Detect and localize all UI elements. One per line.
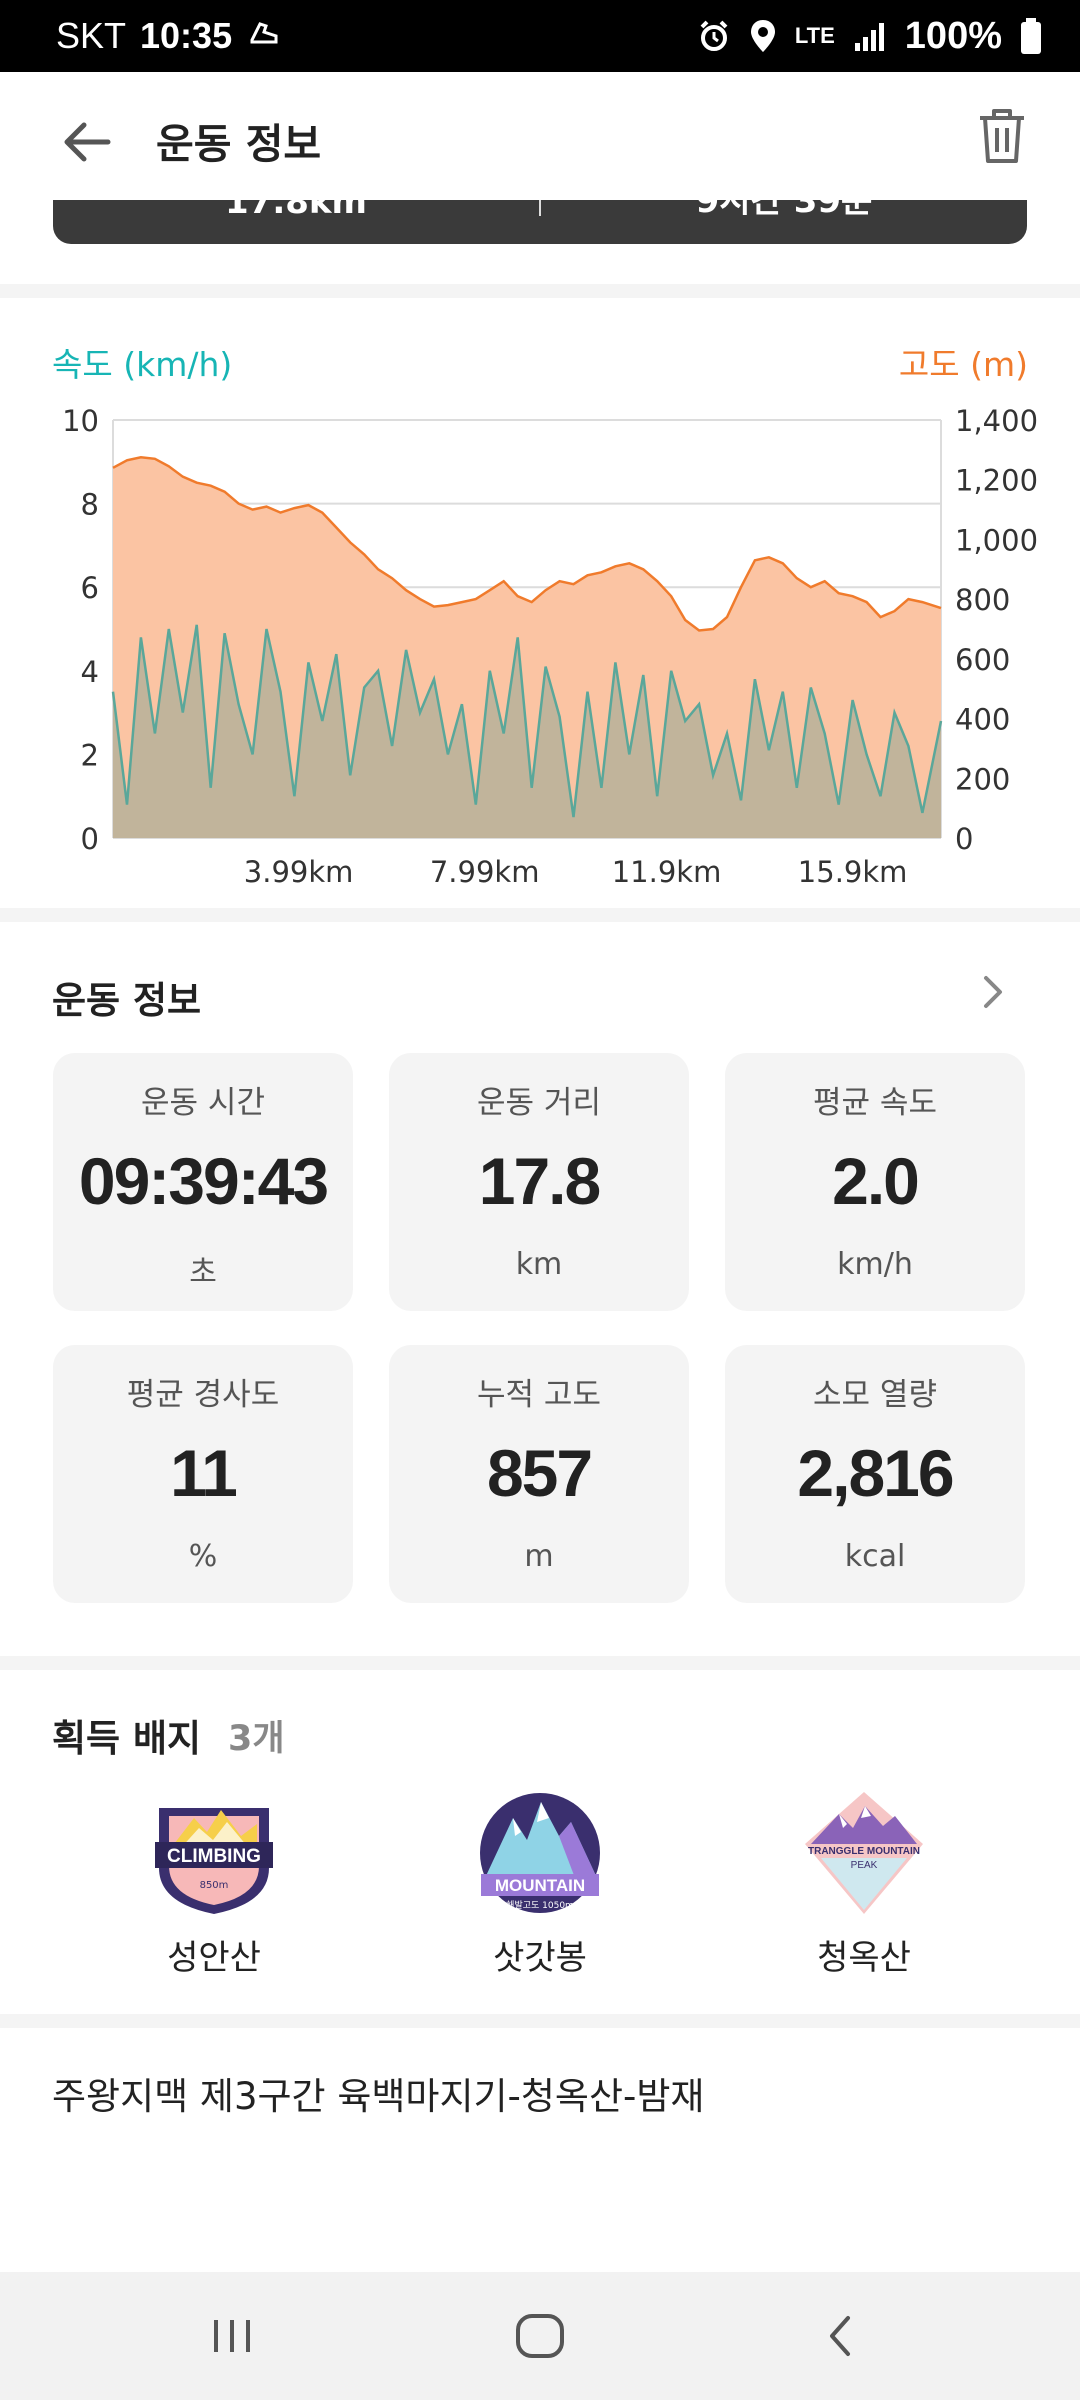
recents-icon [214,2320,250,2352]
badge-item[interactable]: TRANGGLE MOUNTAIN PEAK 청옥산 [764,1788,964,1979]
y-tick-left: 4 [81,655,99,689]
nav-back-button[interactable] [820,2312,860,2360]
battery-label: 100% [904,14,1002,57]
stat-card: 운동 거리 17.8 km [389,1053,689,1311]
stat-label: 누적 고도 [477,1377,601,1413]
y-tick-left: 6 [81,571,99,605]
summary-duration: 9시간 39분 [695,200,873,221]
badges-title: 획득 배지 [52,1717,202,1760]
y-tick-right: 200 [955,762,1010,796]
section-divider [0,1656,1080,1670]
carrier-label: SKT [56,15,127,56]
badge-name: 청옥산 [817,1938,911,1978]
stat-card: 누적 고도 857 m [389,1345,689,1603]
summary-card-wrapper: 17.8km 9시간 39분 [0,200,1080,284]
workout-info-title: 운동 정보 [52,979,202,1022]
battery-icon [1020,17,1042,55]
alarm-icon [697,19,731,53]
x-tick: 7.99km [430,855,540,889]
svg-text:MOUNTAIN: MOUNTAIN [495,1876,585,1895]
badge-name: 삿갓봉 [493,1938,587,1978]
svg-text:850m: 850m [200,1880,229,1891]
x-tick: 11.9km [612,855,722,889]
stat-label: 운동 거리 [477,1085,601,1121]
badge-name: 성안산 [167,1938,261,1978]
y-tick-left: 0 [81,822,99,856]
section-divider [0,908,1080,922]
stat-card: 평균 속도 2.0 km/h [725,1053,1025,1311]
page-title: 운동 정보 [156,120,322,168]
stat-label: 평균 속도 [813,1085,937,1121]
y-tick-right: 0 [955,822,973,856]
back-icon [830,2316,850,2356]
climbing-badge-icon: CLIMBING 850m [155,1808,273,1914]
status-bar: SKT 10:35 LTE 100% [0,0,1080,72]
section-divider [0,284,1080,298]
y-tick-right: 1,200 [955,464,1038,498]
stat-unit: kcal [844,1539,906,1574]
stat-unit: m [524,1539,554,1574]
home-icon [516,2314,564,2358]
course-title: 주왕지맥 제3구간 육백마지기-청옥산-밤재 [52,2075,705,2118]
stat-value: 2,816 [797,1436,954,1510]
back-button[interactable] [58,112,118,172]
delete-button[interactable] [975,106,1029,166]
stat-unit: 초 [189,1255,217,1290]
x-tick: 3.99km [244,855,354,889]
stat-value: 2.0 [832,1144,920,1218]
badge-item[interactable]: CLIMBING 850m 성안산 [114,1788,314,1979]
stat-value: 11 [170,1436,238,1510]
stat-card: 평균 경사도 11% [53,1345,353,1603]
summary-distance: 17.8km [225,200,367,222]
y-tick-left: 10 [62,404,99,438]
trash-icon [980,109,1024,163]
stat-label: 운동 시간 [141,1085,265,1121]
stat-label: 평균 경사도 [126,1377,280,1413]
y-tick-right: 1,400 [955,404,1038,438]
y-tick-right: 400 [955,703,1010,737]
speed-altitude-chart: 0 2 4 6 8 10 0 200 400 600 800 1,000 1,200 1,400 3.99k… [62,404,1038,889]
mountain-badge-icon: MOUNTAIN 해발고도 1050m [480,1793,600,1913]
stat-value: 17.8 [478,1144,601,1218]
home-button[interactable] [512,2310,568,2362]
summary-card: 17.8km 9시간 39분 [53,200,1027,244]
stat-value: 09:39:43 [78,1144,329,1218]
svg-text:TRANGGLE MOUNTAIN: TRANGGLE MOUNTAIN [808,1846,920,1857]
y-tick-right: 800 [955,583,1010,617]
signal-icon [853,21,887,51]
y-tick-right: 600 [955,643,1010,677]
stat-unit: km/h [837,1247,913,1282]
y-tick-left: 2 [81,738,99,772]
system-nav-bar [0,2272,1080,2400]
stat-label: 소모 열량 [813,1377,937,1413]
stat-unit: km [515,1247,563,1282]
recents-button[interactable] [208,2312,256,2360]
arrow-left-icon [64,122,111,162]
svg-text:PEAK: PEAK [851,1860,878,1871]
y-tick-left: 8 [81,488,99,522]
svg-text:해발고도 1050m: 해발고도 1050m [506,1900,574,1911]
clock: 10:35 [140,15,233,56]
chevron-right-icon [984,976,1002,1008]
stat-unit: % [188,1539,218,1574]
stat-value: 857 [486,1436,593,1510]
y-tick-right: 1,000 [955,523,1038,557]
section-divider [0,2014,1080,2028]
workout-info-more-button[interactable] [980,972,1006,1012]
peak-badge-icon: TRANGGLE MOUNTAIN PEAK [805,1792,923,1914]
lte-label: LTE [794,23,835,48]
location-icon [749,18,777,54]
badge-item[interactable]: MOUNTAIN 해발고도 1050m 삿갓봉 [440,1788,640,1979]
shoe-icon [246,14,282,59]
badges-count: 3개 [228,1719,285,1759]
stat-card: 운동 시간 09:39:43 초 [53,1053,353,1311]
app-bar: 운동 정보 [0,72,1080,200]
svg-text:CLIMBING: CLIMBING [167,1846,261,1867]
stat-card: 소모 열량 2,816 kcal [725,1345,1025,1603]
x-tick: 15.9km [798,855,908,889]
chart-section: 속도 (km/h) 고도 (m) 0 2 4 6 8 10 0 200 400 600 800 1,0… [0,298,1080,908]
